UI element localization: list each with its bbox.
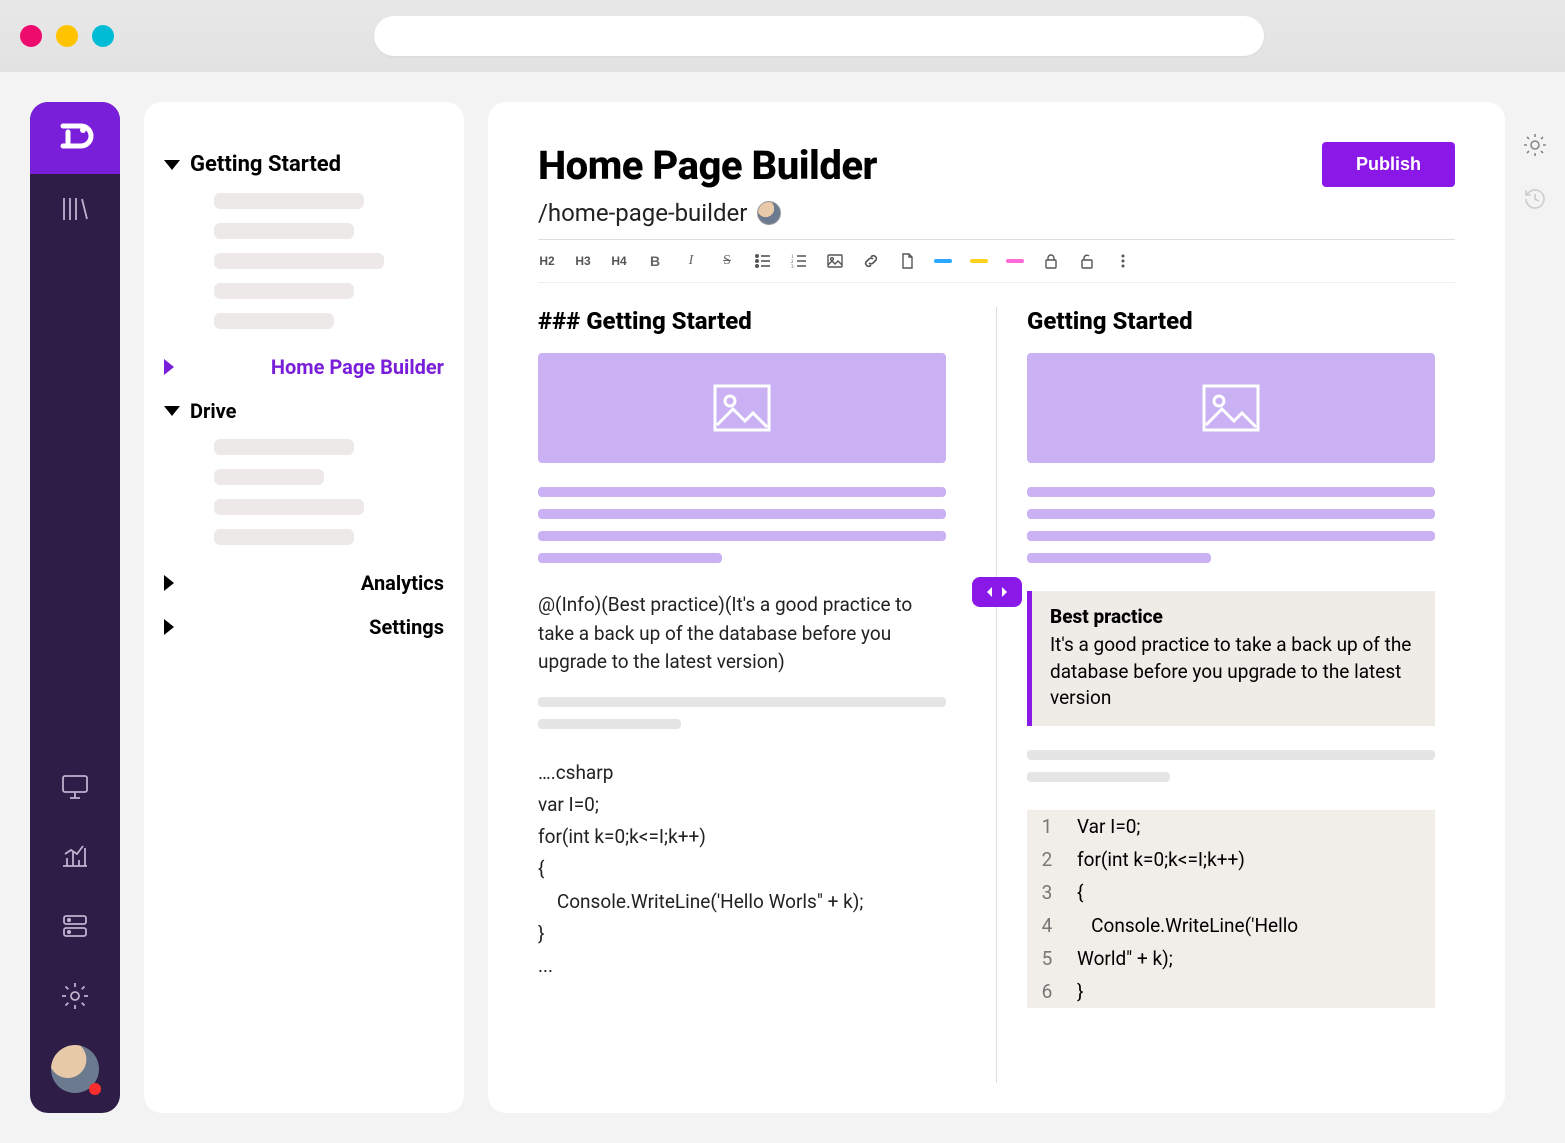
- editor-panel: Home Page Builder Publish /home-page-bui…: [488, 102, 1505, 1113]
- skeleton-line: [214, 283, 354, 299]
- svg-text:3: 3: [791, 265, 794, 270]
- toolbar-file[interactable]: [898, 252, 916, 270]
- toolbar-image[interactable]: [826, 252, 844, 270]
- line-number: 1: [1027, 810, 1067, 843]
- paragraph-skeleton-grey: [538, 697, 946, 729]
- image-placeholder: [538, 353, 946, 463]
- editor-toolbar: H2 H3 H4 B I S 123: [538, 240, 1455, 283]
- editor-source-pane[interactable]: ### Getting Started @(Info)(Best practic…: [538, 307, 966, 1083]
- caret-down-icon: [164, 160, 180, 170]
- close-window-dot[interactable]: [20, 25, 42, 47]
- source-heading: ### Getting Started: [538, 307, 946, 335]
- editor-preview-pane: Getting Started Best practice It's a goo…: [1027, 307, 1455, 1083]
- code-line: Var I=0;: [1067, 810, 1435, 843]
- toolbar-h2[interactable]: H2: [538, 254, 556, 268]
- server-icon[interactable]: [30, 891, 120, 961]
- tree-item-settings[interactable]: Settings: [164, 605, 444, 649]
- skeleton-line: [214, 529, 354, 545]
- analytics-icon[interactable]: [30, 821, 120, 891]
- toolbar-unlock[interactable]: [1078, 252, 1096, 270]
- publish-button[interactable]: Publish: [1322, 142, 1455, 187]
- caret-right-icon: [164, 575, 351, 591]
- caret-right-icon: [164, 359, 261, 375]
- tree-label: Home Page Builder: [271, 355, 444, 379]
- tree-item-analytics[interactable]: Analytics: [164, 561, 444, 605]
- right-rail: [1505, 72, 1565, 1143]
- toolbar-h4[interactable]: H4: [610, 254, 628, 268]
- preview-code-block: 1Var I=0; 2for(int k=0;k<=I;k++) 3{ 4 Co…: [1027, 810, 1435, 1008]
- window-controls: [20, 25, 114, 47]
- skeleton-line: [214, 193, 364, 209]
- tree-skeleton-group: [164, 433, 444, 561]
- tree-label: Drive: [190, 399, 236, 423]
- minimize-window-dot[interactable]: [56, 25, 78, 47]
- maximize-window-dot[interactable]: [92, 25, 114, 47]
- line-number: 4: [1027, 909, 1067, 942]
- info-callout: Best practice It's a good practice to ta…: [1027, 591, 1435, 726]
- user-avatar[interactable]: [51, 1045, 99, 1093]
- preview-heading: Getting Started: [1027, 307, 1435, 335]
- history-icon[interactable]: [1522, 186, 1548, 216]
- toolbar-link[interactable]: [862, 252, 880, 270]
- skeleton-line: [214, 469, 324, 485]
- toolbar-more[interactable]: [1114, 252, 1132, 270]
- info-shortcode: @(Info)(Best practice)(It's a good pract…: [538, 591, 946, 677]
- toolbar-highlight-yellow[interactable]: [970, 259, 988, 263]
- pane-divider: [996, 307, 997, 1083]
- icon-rail: [30, 102, 120, 1113]
- tree-label: Settings: [369, 615, 444, 639]
- tree-item-home-page-builder[interactable]: Home Page Builder: [164, 345, 444, 389]
- toolbar-bold[interactable]: B: [646, 253, 664, 269]
- skeleton-line: [214, 223, 354, 239]
- slug-row: /home-page-builder: [538, 199, 1455, 240]
- tree-item-drive[interactable]: Drive: [164, 389, 444, 433]
- skeleton-line: [214, 253, 384, 269]
- callout-body: It's a good practice to take a back up o…: [1050, 632, 1417, 712]
- line-number: 5: [1027, 942, 1067, 975]
- toolbar-h3[interactable]: H3: [574, 254, 592, 268]
- source-code-block: ….csharp var I=0; for(int k=0;k<=I;k++) …: [538, 757, 946, 983]
- divider-handle[interactable]: [972, 577, 1022, 607]
- line-number: 3: [1027, 876, 1067, 909]
- collaborator-avatar[interactable]: [757, 201, 781, 225]
- code-line: {: [1067, 876, 1435, 909]
- skeleton-line: [214, 439, 354, 455]
- skeleton-line: [214, 499, 364, 515]
- paragraph-skeleton: [538, 487, 946, 563]
- toolbar-italic[interactable]: I: [682, 253, 700, 269]
- settings-icon[interactable]: [1522, 132, 1548, 162]
- app-logo[interactable]: [30, 102, 120, 174]
- toolbar-strike[interactable]: S: [718, 253, 736, 269]
- callout-title: Best practice: [1050, 605, 1417, 628]
- url-bar[interactable]: [374, 16, 1264, 56]
- page-slug[interactable]: /home-page-builder: [538, 199, 747, 227]
- line-number: 2: [1027, 843, 1067, 876]
- code-line: Console.WriteLine('Hello: [1067, 909, 1435, 942]
- tree-skeleton-group: [164, 187, 444, 345]
- skeleton-line: [214, 313, 334, 329]
- library-icon[interactable]: [30, 174, 120, 244]
- paragraph-skeleton-grey: [1027, 750, 1435, 782]
- toolbar-ol[interactable]: 123: [790, 252, 808, 270]
- settings-icon[interactable]: [30, 961, 120, 1031]
- toolbar-ul[interactable]: [754, 252, 772, 270]
- tree-item-getting-started[interactable]: Getting Started: [164, 142, 444, 187]
- tree-label: Analytics: [361, 571, 444, 595]
- image-placeholder: [1027, 353, 1435, 463]
- code-line: World" + k);: [1067, 942, 1435, 975]
- tree-label: Getting Started: [190, 152, 341, 177]
- line-number: 6: [1027, 975, 1067, 1008]
- monitor-icon[interactable]: [30, 751, 120, 821]
- toolbar-highlight-pink[interactable]: [1006, 259, 1024, 263]
- code-line: for(int k=0;k<=I;k++): [1067, 843, 1435, 876]
- caret-down-icon: [164, 406, 180, 416]
- caret-right-icon: [164, 619, 359, 635]
- tree-panel: Getting Started Home Page Builder Drive …: [144, 102, 464, 1113]
- toolbar-highlight-blue[interactable]: [934, 259, 952, 263]
- paragraph-skeleton: [1027, 487, 1435, 563]
- page-title: Home Page Builder: [538, 142, 877, 189]
- code-line: }: [1067, 975, 1435, 1008]
- toolbar-lock[interactable]: [1042, 252, 1060, 270]
- browser-chrome: [0, 0, 1565, 72]
